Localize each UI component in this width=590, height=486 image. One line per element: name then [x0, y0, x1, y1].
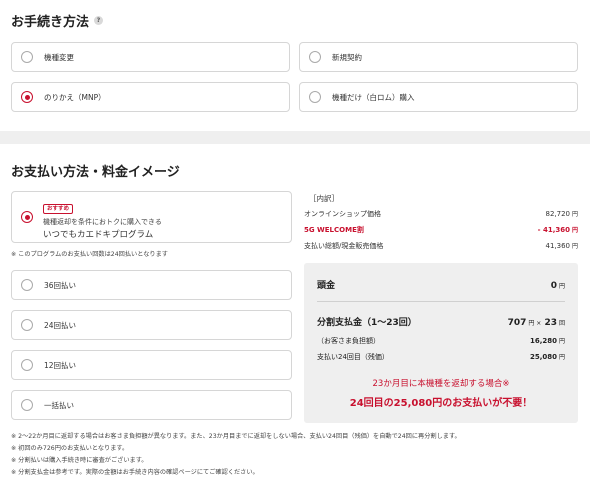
radio-icon [309, 91, 321, 103]
payment-title: お支払い方法・料金イメージ [11, 165, 180, 180]
section-divider [0, 131, 590, 144]
radio-icon [21, 51, 33, 63]
option-label: のりかえ（MNP） [44, 92, 106, 102]
radio-icon [309, 51, 321, 63]
option-mnp[interactable]: のりかえ（MNP） [11, 82, 290, 112]
breakdown-row-online-price: オンラインショップ価格 82,720 円 [304, 209, 578, 219]
return-condition-message: 23か月目に本機種を返却する場合※ [372, 379, 510, 389]
option-device-only[interactable]: 機種だけ（白ロム）購入 [299, 82, 578, 112]
footnote-2: ※ 初回のみ726円のお支払いとなります。 [11, 445, 129, 452]
breakdown-value: - 41,360 [537, 226, 570, 234]
breakdown-heading: ［内訳］ [309, 194, 339, 203]
option-12-installments[interactable]: 12回払い [11, 350, 292, 380]
option-lump-sum[interactable]: 一括払い [11, 390, 292, 420]
breakdown-label: 5G WELCOME割 [304, 226, 364, 234]
breakdown-row-welcome-discount: 5G WELCOME割 - 41,360 円 [304, 225, 578, 235]
yen-unit: 円 [571, 211, 578, 218]
yen-unit: 円 [558, 338, 565, 345]
breakdown-row-total: 支払い総額/現金販売価格 41,360 円 [304, 241, 578, 251]
program-subtitle: 機種返却を条件におトクに購入できる [43, 217, 162, 226]
no-payment-message: 24回目の25,080円のお支払いが不要！ [349, 398, 533, 409]
breakdown-label: オンラインショップ価格 [304, 210, 381, 218]
final-payment-row: 支払い24回目（残価） 25,080 円 [317, 352, 565, 362]
count-unit: 回 [558, 320, 565, 327]
down-payment-value: 0 [550, 281, 557, 291]
panel-separator [317, 301, 565, 302]
final-payment-label: 支払い24回目（残価） [317, 353, 389, 361]
installment-value: 707 [507, 318, 527, 328]
option-label: 一括払い [44, 400, 74, 410]
program-title: いつでもカエドキプログラム [43, 229, 154, 240]
down-payment-label: 頭金 [317, 281, 336, 291]
option-new-contract[interactable]: 新規契約 [299, 42, 578, 72]
yen-unit: 円 [571, 227, 578, 234]
radio-icon [21, 319, 33, 331]
radio-icon [21, 359, 33, 371]
option-label: 機種だけ（白ロム）購入 [332, 92, 415, 102]
installment-count: 23 [544, 318, 557, 328]
procedure-title: お手続き方法? [11, 11, 104, 30]
yen-unit: 円 [558, 354, 565, 361]
program-note: ※ このプログラムのお支払い回数は24回払いとなります [11, 251, 168, 258]
final-payment-value: 25,080 [529, 353, 557, 361]
option-label: 24回払い [44, 320, 77, 330]
radio-selected-icon [21, 91, 33, 103]
footnote-1: ※ 2〜22か月目に返却する場合はお客さま負担額が異なります。また、23か月目ま… [11, 433, 461, 440]
option-model-change[interactable]: 機種変更 [11, 42, 290, 72]
option-label: 36回払い [44, 280, 77, 290]
option-24-installments[interactable]: 24回払い [11, 310, 292, 340]
footnote-4: ※ 分割支払金は参考です。実際の金額はお手続き内容の確認ページにてご確認ください… [11, 469, 259, 476]
down-payment-row: 頭金 0円 [317, 278, 565, 291]
radio-icon [21, 279, 33, 291]
breakdown-value: 41,360 [545, 242, 570, 250]
radio-icon [21, 399, 33, 411]
burden-value: 16,280 [529, 337, 557, 345]
breakdown-label: 支払い総額/現金販売価格 [304, 242, 384, 250]
radio-selected-icon [21, 211, 33, 223]
option-label: 新規契約 [332, 52, 362, 62]
option-label: 機種変更 [44, 52, 74, 62]
breakdown-value: 82,720 [545, 210, 570, 218]
option-label: 12回払い [44, 360, 77, 370]
help-icon[interactable]: ? [94, 16, 104, 25]
summary-panel: 頭金 0円 分割支払金（1〜23回） 707 円 × 23 回 （お客さま負担額） … [304, 263, 578, 423]
installment-row: 分割支払金（1〜23回） 707 円 × 23 回 [317, 315, 565, 328]
yen-unit: 円 [571, 243, 578, 250]
burden-row: （お客さま負担額） 16,280 円 [317, 336, 565, 346]
recommended-badge: おすすめ [43, 203, 74, 214]
yen-times-unit: 円 × [528, 320, 542, 327]
option-kaedoki-program[interactable]: おすすめ 機種返却を条件におトクに購入できる いつでもカエドキプログラム [11, 191, 292, 243]
installment-label: 分割支払金（1〜23回） [317, 318, 417, 328]
footnote-3: ※ 分割払いは購入手続き時に審査がございます。 [11, 457, 148, 464]
option-36-installments[interactable]: 36回払い [11, 270, 292, 300]
burden-label: （お客さま負担額） [317, 337, 380, 345]
yen-unit: 円 [558, 283, 565, 290]
